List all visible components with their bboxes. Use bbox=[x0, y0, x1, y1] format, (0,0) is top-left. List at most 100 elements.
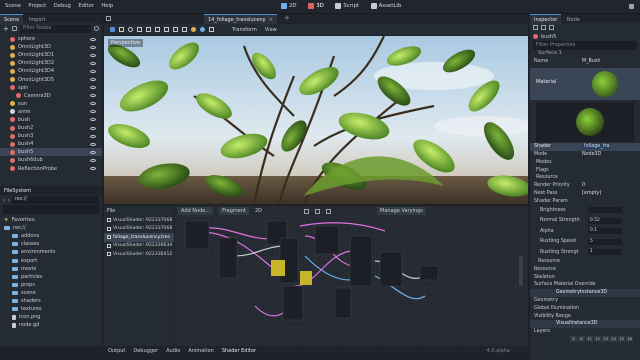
scene-node[interactable]: bush2 bbox=[0, 124, 102, 132]
tab-import[interactable]: Import bbox=[25, 15, 50, 25]
shader-file-item[interactable]: VisualShader::922337068 bbox=[104, 225, 174, 234]
scene-node[interactable]: bush4 bbox=[0, 140, 102, 148]
filesystem-item[interactable]: textures bbox=[0, 305, 102, 313]
distraction-free-icon[interactable] bbox=[106, 16, 111, 21]
filesystem-item[interactable]: res:// bbox=[0, 224, 102, 232]
script-attach-icon[interactable] bbox=[94, 26, 99, 31]
viewport-perspective-label[interactable]: Perspective bbox=[108, 39, 143, 47]
new-resource-icon[interactable] bbox=[533, 25, 538, 30]
tab-audio[interactable]: Audio bbox=[166, 348, 180, 354]
transform-menu[interactable]: Transform bbox=[232, 27, 257, 33]
filesystem-item[interactable]: shaders bbox=[0, 297, 102, 305]
shader-param-value[interactable]: 5 bbox=[588, 238, 622, 245]
visibility-icon[interactable] bbox=[90, 134, 96, 138]
filesystem-item[interactable]: particles bbox=[0, 273, 102, 281]
visibility-icon[interactable] bbox=[90, 102, 96, 106]
surface-section[interactable]: Surface 1 bbox=[530, 50, 640, 58]
visibility-icon[interactable] bbox=[90, 167, 96, 171]
filesystem-item[interactable]: ★ Favorites: bbox=[0, 216, 102, 224]
shader-param-value[interactable] bbox=[588, 207, 622, 214]
new-tab-icon[interactable]: + bbox=[284, 14, 290, 22]
view-menu[interactable]: View bbox=[265, 27, 277, 33]
layer-cell[interactable]: 5 bbox=[570, 335, 577, 342]
load-resource-icon[interactable] bbox=[541, 25, 546, 30]
shader-param-value[interactable]: 0.52 bbox=[588, 217, 622, 224]
tab-animation[interactable]: Animation bbox=[188, 348, 214, 354]
list-select-icon[interactable] bbox=[146, 27, 151, 32]
menu-editor[interactable]: Editor bbox=[75, 0, 96, 12]
inspector-class-header[interactable]: GeometryInstance3D bbox=[530, 288, 640, 297]
layer-cell[interactable]: 13 bbox=[602, 335, 609, 342]
scale-tool-icon[interactable] bbox=[137, 27, 142, 32]
environment-preview-icon[interactable] bbox=[200, 27, 205, 32]
scene-node[interactable]: anim bbox=[0, 108, 102, 116]
shader-file-item[interactable]: VisualShader::922336412 bbox=[104, 250, 174, 259]
scene-node[interactable]: sun bbox=[0, 100, 102, 108]
zoom-reset-icon[interactable] bbox=[315, 208, 321, 214]
filter-properties-input[interactable]: Filter Properties bbox=[533, 41, 637, 50]
next-pass-value[interactable]: [empty] bbox=[582, 191, 601, 196]
3d-viewport[interactable]: Perspective bbox=[104, 36, 528, 204]
filter-files-input[interactable] bbox=[3, 205, 99, 214]
menu-project[interactable]: Project bbox=[25, 0, 49, 12]
close-tab-icon[interactable]: × bbox=[269, 17, 273, 23]
inspector-section[interactable]: Skeleton bbox=[530, 273, 640, 281]
filter-nodes-input[interactable]: Filter Nodes bbox=[19, 24, 91, 33]
zoom-out-icon[interactable] bbox=[304, 208, 310, 214]
scene-node[interactable]: spin bbox=[0, 84, 102, 92]
menu-scene[interactable]: Scene bbox=[2, 0, 24, 12]
local-space-icon[interactable] bbox=[173, 27, 178, 32]
layer-cell[interactable]: 11 bbox=[586, 335, 593, 342]
menu-debug[interactable]: Debug bbox=[51, 0, 74, 12]
sun-preview-icon[interactable] bbox=[191, 27, 196, 32]
tab-inspector[interactable]: Inspector bbox=[530, 14, 562, 25]
shader-param-value[interactable]: 0.1 bbox=[588, 228, 622, 235]
lock-icon[interactable] bbox=[155, 27, 160, 32]
tab-node[interactable]: Node bbox=[563, 15, 584, 25]
snap-icon[interactable] bbox=[182, 27, 187, 32]
filesystem-item[interactable]: node.gd bbox=[0, 321, 102, 329]
filesystem-item[interactable]: classes bbox=[0, 240, 102, 248]
shader-file-item[interactable]: VisualShader::922336634 bbox=[104, 242, 174, 251]
scene-node[interactable]: bush3 bbox=[0, 132, 102, 140]
layer-cell[interactable]: 12 bbox=[594, 335, 601, 342]
scene-node[interactable]: OmniLight3D5 bbox=[0, 75, 102, 83]
flags-group[interactable]: Flags bbox=[530, 166, 640, 174]
inspector-class-header[interactable]: VisualInstance3D bbox=[530, 320, 640, 328]
inspector-section[interactable]: Resource bbox=[530, 265, 640, 273]
save-resource-icon[interactable] bbox=[549, 25, 554, 30]
scene-node[interactable]: Camera3D bbox=[0, 92, 102, 100]
manage-varyings-button[interactable]: Manage Varyings bbox=[377, 207, 426, 215]
visibility-icon[interactable] bbox=[90, 45, 96, 49]
visibility-icon[interactable] bbox=[90, 110, 96, 114]
filesystem-path-input[interactable]: res:// bbox=[11, 196, 99, 204]
filesystem-item[interactable]: props bbox=[0, 281, 102, 289]
zoom-in-icon[interactable] bbox=[326, 208, 332, 214]
scene-node[interactable]: bush bbox=[0, 116, 102, 124]
shader-mode-2d[interactable]: 2D bbox=[255, 208, 262, 214]
visibility-icon[interactable] bbox=[90, 69, 96, 73]
shader-param-group[interactable]: Shader Param bbox=[530, 197, 640, 205]
workspace-3d[interactable]: 3D bbox=[303, 0, 329, 12]
inspector-section[interactable]: Surface Material Override bbox=[530, 281, 640, 289]
visibility-icon[interactable] bbox=[90, 142, 96, 146]
menu-help[interactable]: Help bbox=[98, 0, 116, 12]
shader-property[interactable]: Shader foliage_tra bbox=[530, 142, 640, 151]
shader-file-menu[interactable]: File bbox=[104, 206, 174, 216]
tab-output[interactable]: Output bbox=[108, 348, 125, 354]
visibility-icon[interactable] bbox=[90, 53, 96, 57]
visibility-icon[interactable] bbox=[90, 78, 96, 82]
filesystem-item[interactable]: environments bbox=[0, 248, 102, 256]
layer-cell[interactable]: 15 bbox=[618, 335, 625, 342]
rotate-tool-icon[interactable] bbox=[128, 27, 133, 32]
filesystem-item[interactable]: scene bbox=[0, 289, 102, 297]
back-icon[interactable]: ‹ bbox=[3, 197, 5, 204]
add-node-button[interactable]: Add Node... bbox=[178, 207, 214, 215]
filesystem-item[interactable]: addons bbox=[0, 232, 102, 240]
workspace-2d[interactable]: 2D bbox=[276, 0, 302, 12]
filesystem-item[interactable]: movie bbox=[0, 265, 102, 273]
visibility-icon[interactable] bbox=[90, 94, 96, 98]
tab-scene[interactable]: Scene bbox=[0, 14, 24, 25]
layer-cell[interactable]: 14 bbox=[610, 335, 617, 342]
visibility-icon[interactable] bbox=[90, 37, 96, 41]
